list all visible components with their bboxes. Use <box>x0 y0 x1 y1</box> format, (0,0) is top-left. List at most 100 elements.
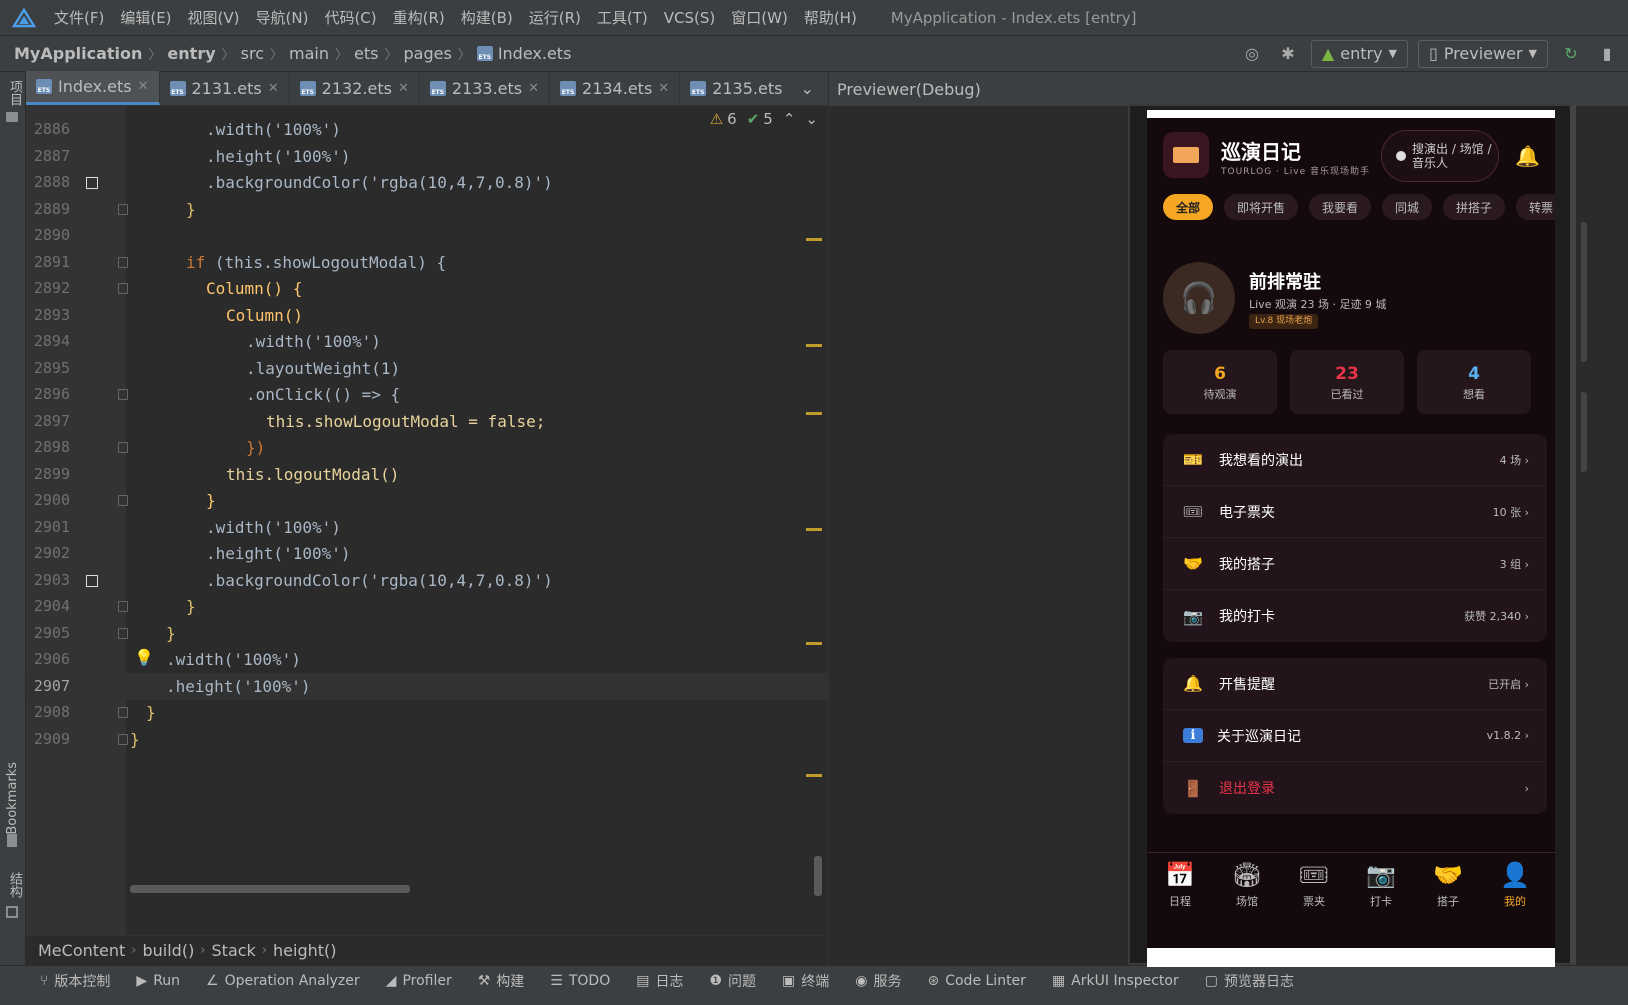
chip-buddy[interactable]: 拼搭子 <box>1443 194 1506 220</box>
fold-icon[interactable] <box>118 734 128 745</box>
tab-tickets[interactable]: 🎟 票夹 <box>1289 859 1339 909</box>
logout-button[interactable]: 🚪 退出登录 › <box>1163 762 1547 814</box>
crumb-src[interactable]: src <box>241 44 264 63</box>
fold-icon[interactable] <box>118 442 128 453</box>
fold-icon[interactable] <box>118 707 128 718</box>
crumb-file[interactable]: Index.ets <box>498 44 572 63</box>
crumb-pages[interactable]: pages <box>404 44 452 63</box>
menu-row-presale-alert[interactable]: 🔔 开售提醒 已开启 › <box>1163 658 1547 710</box>
menu-row-checkins[interactable]: 📷 我的打卡 获赞 2,340 › <box>1163 590 1547 642</box>
menu-row-wishlist[interactable]: 🎫 我想看的演出 4 场 › <box>1163 434 1547 486</box>
tool-operation-analyzer[interactable]: ∠ Operation Analyzer <box>206 973 360 989</box>
code-editor[interactable]: ⚠ 6 ✔ 5 ⌃ ⌄ 2886 .width('100%') 2887 .height… <box>26 106 828 945</box>
tool-arkui-inspector[interactable]: ▦ ArkUI Inspector <box>1052 973 1179 989</box>
menu-edit[interactable]: 编辑(E) <box>120 7 171 28</box>
target-icon[interactable]: ◎ <box>1239 41 1265 67</box>
bell-icon[interactable]: 🔔 <box>1515 144 1540 168</box>
previewer-select[interactable]: ▯ Previewer ▼ <box>1418 39 1548 68</box>
tool-build[interactable]: ⚒ 构建 <box>478 971 525 991</box>
tool-log[interactable]: ▤ 日志 <box>636 971 683 991</box>
menu-window[interactable]: 窗口(W) <box>731 7 788 28</box>
warning-marker[interactable] <box>806 528 822 531</box>
fold-icon[interactable] <box>118 257 128 268</box>
chip-want[interactable]: 我要看 <box>1309 194 1372 220</box>
crumb-ets[interactable]: ets <box>354 44 378 63</box>
tab-me[interactable]: 👤 我的 <box>1490 859 1540 909</box>
breakpoint-marker[interactable] <box>86 177 98 189</box>
close-icon[interactable]: ✕ <box>398 81 409 96</box>
menu-row-about[interactable]: ℹ 关于巡演日记 v1.8.2 › <box>1163 710 1547 762</box>
crumb-build[interactable]: build() <box>142 941 194 960</box>
warning-marker[interactable] <box>806 412 822 415</box>
crumb-stack[interactable]: Stack <box>212 941 256 960</box>
stat-seen[interactable]: 23 已看过 <box>1290 350 1404 414</box>
menu-run[interactable]: 运行(R) <box>529 7 581 28</box>
tool-terminal[interactable]: ▣ 终端 <box>782 971 829 991</box>
stat-pending[interactable]: 6 待观演 <box>1163 350 1277 414</box>
tool-services[interactable]: ◉ 服务 <box>855 971 901 991</box>
tab-2135[interactable]: ETS 2135.ets <box>680 71 792 105</box>
headphones-avatar[interactable]: 🎧 <box>1163 262 1235 334</box>
fold-icon[interactable] <box>118 495 128 506</box>
tab-2132[interactable]: ETS 2132.ets ✕ <box>290 71 420 105</box>
close-icon[interactable]: ✕ <box>138 79 149 94</box>
menu-navigate[interactable]: 导航(N) <box>256 7 309 28</box>
tool-run[interactable]: ▶ Run <box>136 973 180 989</box>
tab-index[interactable]: ETS Index.ets ✕ <box>26 71 160 105</box>
stat-want[interactable]: 4 想看 <box>1417 350 1531 414</box>
warning-marker[interactable] <box>806 344 822 347</box>
tool-problems[interactable]: ❶ 问题 <box>709 971 756 991</box>
tab-2133[interactable]: ETS 2133.ets ✕ <box>420 71 551 105</box>
menu-row-tickets[interactable]: 🎟 电子票夹 10 张 › <box>1163 486 1547 538</box>
menu-file[interactable]: 文件(F) <box>54 7 104 28</box>
crumb-project[interactable]: MyApplication <box>14 44 142 63</box>
crumb-main[interactable]: main <box>289 44 329 63</box>
menu-refactor[interactable]: 重构(R) <box>393 7 445 28</box>
fold-icon[interactable] <box>118 601 128 612</box>
crumb-height[interactable]: height() <box>273 941 336 960</box>
tool-code-linter[interactable]: ⊛ Code Linter <box>927 973 1025 989</box>
warning-marker[interactable] <box>806 774 822 777</box>
fold-icon[interactable] <box>118 204 128 215</box>
menu-vcs[interactable]: VCS(S) <box>664 9 715 27</box>
crumb-module[interactable]: entry <box>167 44 215 63</box>
horizontal-scrollbar[interactable] <box>130 885 410 893</box>
chip-local[interactable]: 同城 <box>1382 194 1433 220</box>
bookmarks-tool-button[interactable]: Bookmarks <box>5 762 20 839</box>
close-icon[interactable]: ✕ <box>658 81 669 96</box>
menu-help[interactable]: 帮助(H) <box>804 7 857 28</box>
chip-all[interactable]: 全部 <box>1163 194 1214 220</box>
menu-row-buddies[interactable]: 🤝 我的搭子 3 组 › <box>1163 538 1547 590</box>
tab-2134[interactable]: ETS 2134.ets ✕ <box>550 71 681 105</box>
chip-presale[interactable]: 即将开售 <box>1224 194 1299 220</box>
debug-bug-icon[interactable]: ✱ <box>1275 41 1301 67</box>
tool-previewer-log[interactable]: ▢ 预览器日志 <box>1205 971 1294 991</box>
tool-todo[interactable]: ☰ TODO <box>550 973 610 989</box>
close-icon[interactable]: ✕ <box>268 81 279 96</box>
menu-code[interactable]: 代码(C) <box>324 7 376 28</box>
chip-resale[interactable]: 转票 <box>1516 194 1555 220</box>
warning-marker[interactable] <box>806 642 822 645</box>
crumb-mecontent[interactable]: MeContent <box>38 941 125 960</box>
fold-icon[interactable] <box>118 283 128 294</box>
search-input[interactable]: 搜演出 / 场馆 / 音乐人 <box>1381 130 1499 182</box>
tool-vcs[interactable]: ⑂ 版本控制 <box>40 971 110 991</box>
breakpoint-marker[interactable] <box>86 575 98 587</box>
tool-profiler[interactable]: ◢ Profiler <box>386 973 452 989</box>
tab-list-button[interactable]: ⌄ <box>792 71 821 105</box>
warning-marker[interactable] <box>806 238 822 241</box>
tab-buddies[interactable]: 🤝 搭子 <box>1423 859 1473 909</box>
refresh-icon[interactable]: ↻ <box>1558 41 1584 67</box>
menu-build[interactable]: 构建(B) <box>461 7 513 28</box>
tab-checkin[interactable]: 📷 打卡 <box>1356 859 1406 909</box>
tab-venues[interactable]: 🏟 场馆 <box>1222 859 1272 909</box>
fold-icon[interactable] <box>118 389 128 400</box>
menu-view[interactable]: 视图(V) <box>188 7 240 28</box>
close-icon[interactable]: ✕ <box>528 81 539 96</box>
fold-icon[interactable] <box>118 628 128 639</box>
more-icon[interactable]: ▮ <box>1594 41 1620 67</box>
menu-tools[interactable]: 工具(T) <box>597 7 648 28</box>
module-select[interactable]: ▲ entry ▼ <box>1310 39 1409 68</box>
vertical-scrollbar[interactable] <box>814 856 822 896</box>
tab-2131[interactable]: ETS 2131.ets ✕ <box>160 71 290 105</box>
